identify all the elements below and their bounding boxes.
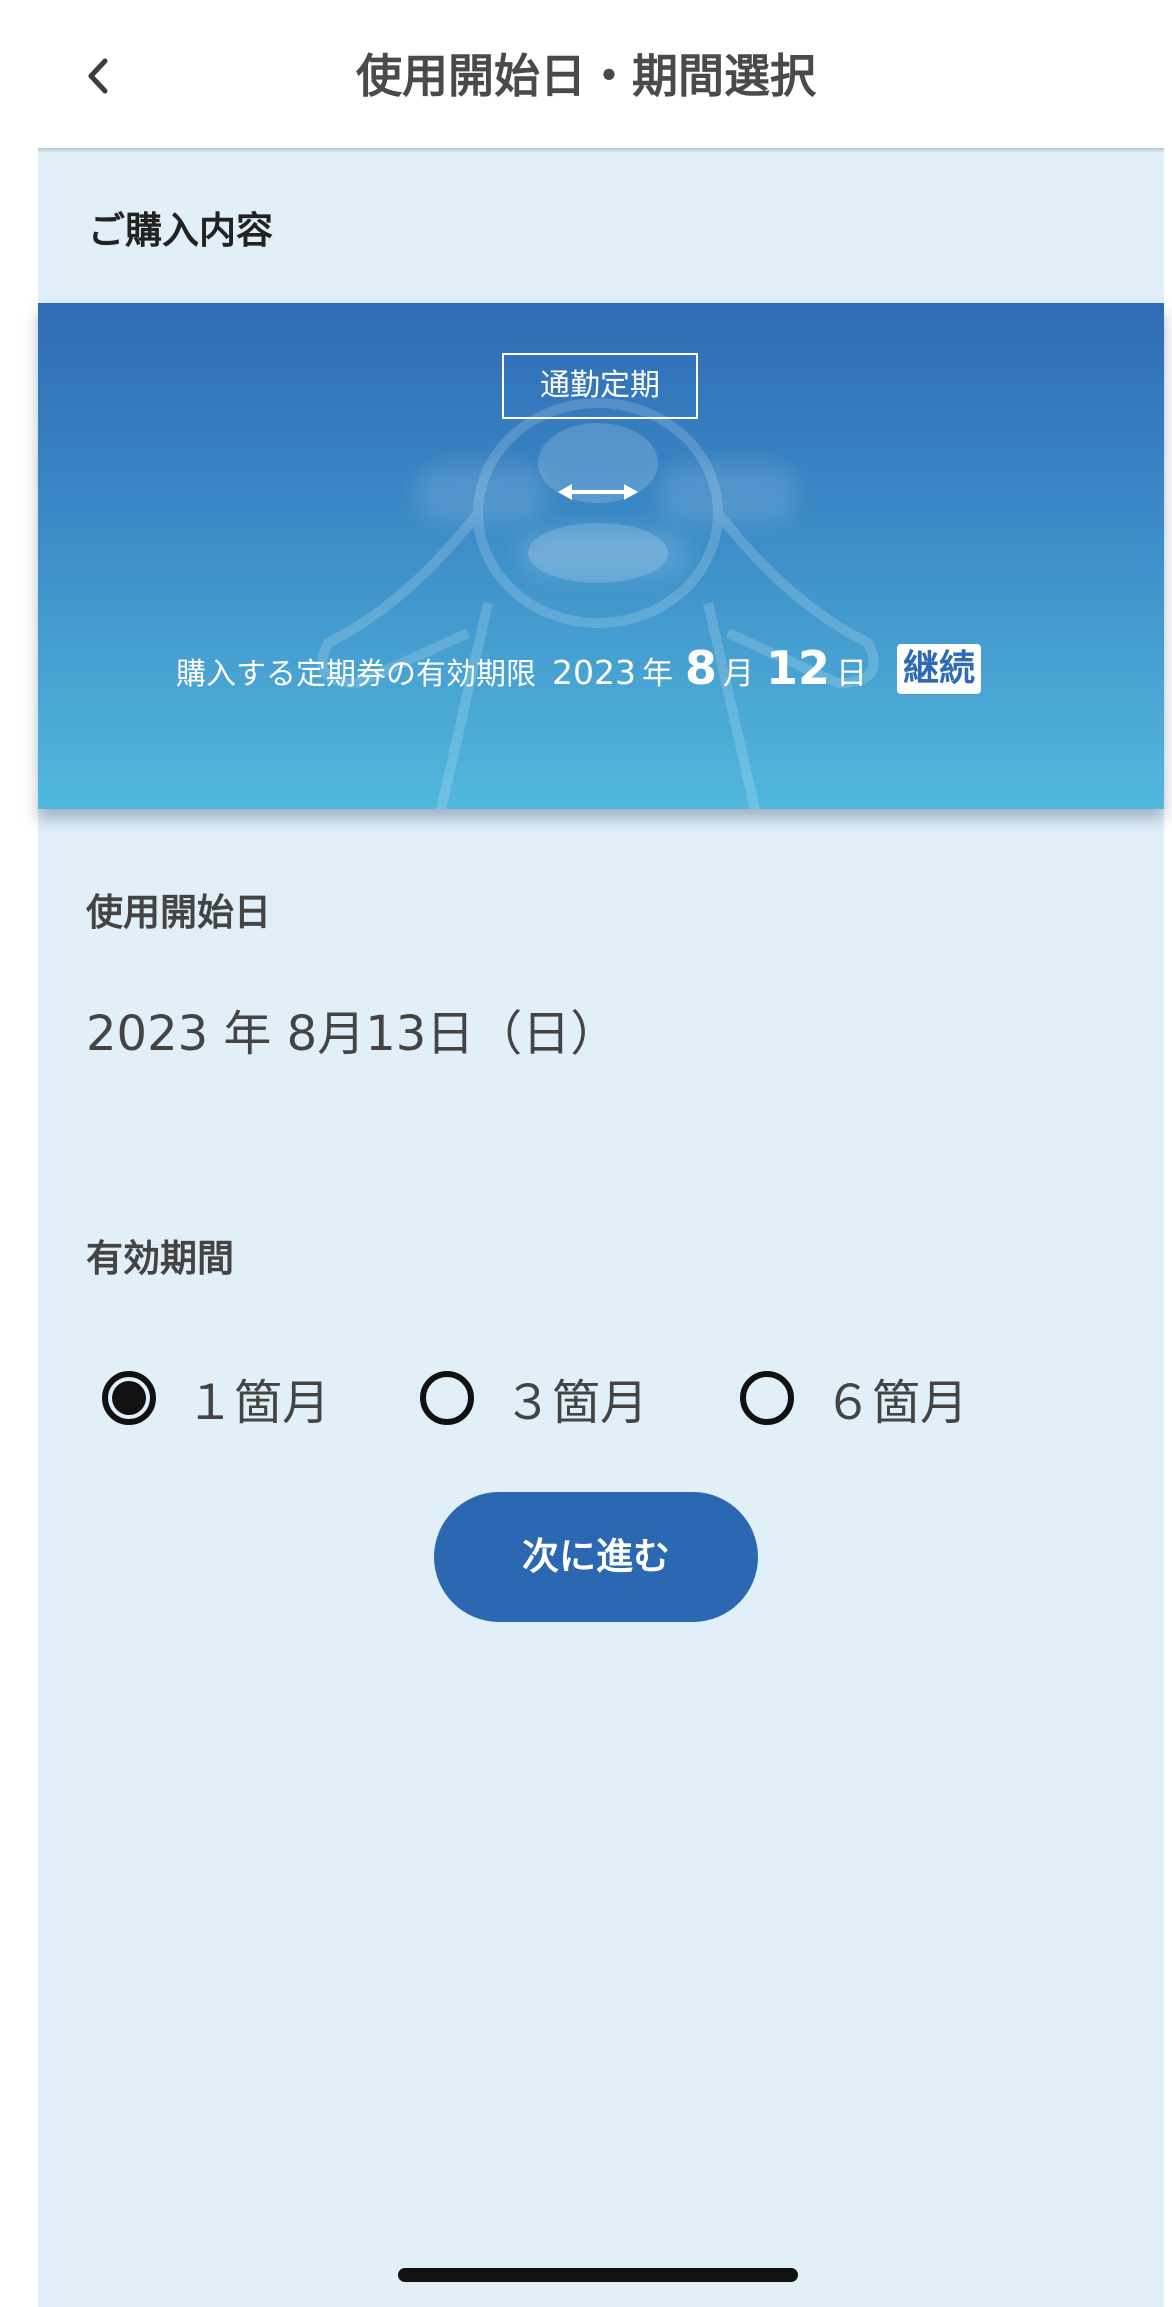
expiry-label: 購入する定期券の有効期限 xyxy=(176,657,536,692)
app-header: 使用開始日・期間選択 xyxy=(0,0,1172,148)
period-option-label: １箇月 xyxy=(186,1375,331,1431)
period-option-1-month[interactable]: １箇月 xyxy=(102,1362,330,1434)
redacted-destination-station xyxy=(658,463,798,523)
commuter-ticket-card: 通勤定期 購入する定期券の有効期限 2023 年 8 月 12 日 継続 xyxy=(38,303,1164,809)
expiry-row: 購入する定期券の有効期限 2023 年 8 月 12 日 継続 xyxy=(176,641,982,701)
route-section xyxy=(38,453,1164,577)
double-arrow-icon xyxy=(558,484,638,500)
radio-button[interactable] xyxy=(420,1371,474,1425)
start-date-label: 使用開始日 xyxy=(86,891,271,934)
home-indicator[interactable] xyxy=(398,2268,798,2282)
validity-period-label: 有効期間 xyxy=(86,1237,234,1280)
period-option-label: ３箇月 xyxy=(504,1375,649,1431)
ticket-type-badge: 通勤定期 xyxy=(502,353,698,419)
renew-badge: 継続 xyxy=(897,644,982,694)
start-date-value[interactable]: 2023 年 8月13日（日） xyxy=(86,994,618,1064)
redacted-origin-station xyxy=(416,463,546,523)
day-unit: 日 xyxy=(836,656,868,692)
redacted-route-line xyxy=(518,529,688,577)
radio-button-selected[interactable] xyxy=(102,1371,156,1425)
period-option-6-months[interactable]: ６箇月 xyxy=(740,1362,968,1434)
purchase-section-label: ご購入内容 xyxy=(88,209,273,252)
period-option-label: ６箇月 xyxy=(824,1375,969,1431)
next-button[interactable]: 次に進む xyxy=(434,1492,758,1622)
month-unit: 月 xyxy=(723,656,754,692)
radio-button[interactable] xyxy=(740,1371,794,1425)
mascot-watermark-icon xyxy=(317,398,879,809)
expiry-day: 12 xyxy=(766,641,831,695)
page-title: 使用開始日・期間選択 xyxy=(356,49,816,103)
radio-selected-dot xyxy=(112,1381,146,1415)
main-content: ご購入内容 通勤定期 購入する定期券の有効期限 2023 年 8 月 12 日 … xyxy=(38,152,1164,2307)
year-unit: 年 xyxy=(641,656,673,692)
period-option-3-months[interactable]: ３箇月 xyxy=(420,1362,648,1434)
expiry-month: 8 xyxy=(684,641,717,695)
expiry-year: 2023 xyxy=(552,653,636,692)
